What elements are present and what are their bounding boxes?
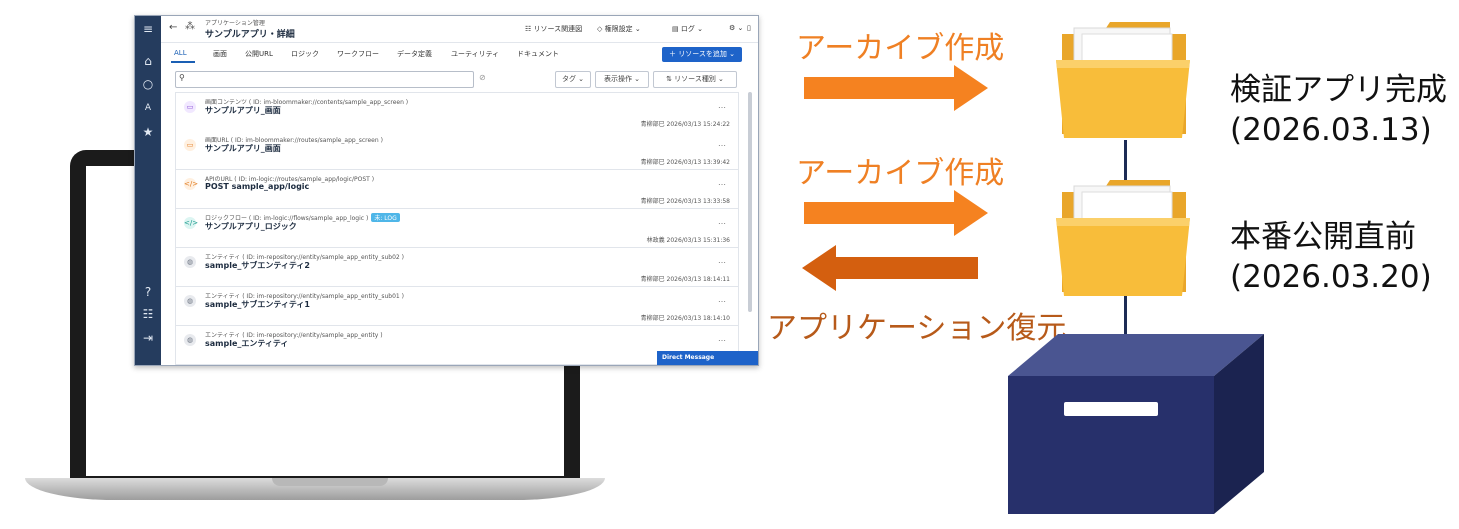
resource-relation-button[interactable]: ☷ リソース関連図 bbox=[525, 24, 582, 34]
tab-screen[interactable]: 画面 bbox=[213, 49, 227, 59]
restore-arrow bbox=[802, 245, 978, 291]
more-options-icon[interactable]: … bbox=[718, 256, 726, 265]
resource-type-icon: </> bbox=[184, 178, 199, 190]
filter-help-icon[interactable]: ⊘ bbox=[479, 73, 486, 82]
more-options-icon[interactable]: … bbox=[718, 217, 726, 226]
folder-icon-1 bbox=[1056, 22, 1190, 138]
tab-logic[interactable]: ロジック bbox=[291, 49, 319, 59]
resource-type-filter[interactable]: ⇅ リソース種別 ⌄ bbox=[653, 71, 737, 88]
app-window: ≡ ⌂ ○ A ★ ? ☷ ⇥ ← ⁂ アプリケーション管理 サンプルアプリ・詳… bbox=[134, 15, 759, 366]
list-item[interactable]: ▭ 画面コンテンツ ( ID: im-bloommaker://contents/… bbox=[175, 92, 739, 132]
archive-arrow-2 bbox=[804, 190, 988, 236]
resource-type-icon: ▭ bbox=[184, 139, 196, 151]
log-button[interactable]: ▤ ログ ⌄ bbox=[672, 24, 703, 34]
permission-button[interactable]: ◇ 権限設定 ⌄ bbox=[597, 24, 641, 34]
more-options-icon[interactable]: … bbox=[718, 139, 726, 148]
resource-type-icon: ◍ bbox=[184, 256, 196, 268]
app-header: ← ⁂ アプリケーション管理 サンプルアプリ・詳細 ☷ リソース関連図 ◇ 権限… bbox=[161, 16, 758, 43]
tab-workflow[interactable]: ワークフロー bbox=[337, 49, 379, 59]
resource-type-icon: </> bbox=[184, 217, 199, 229]
tab-public-url[interactable]: 公開URL bbox=[245, 49, 273, 59]
archive-arrow-1 bbox=[804, 65, 988, 111]
tab-data-definition[interactable]: データ定義 bbox=[397, 49, 432, 59]
updated-info: 林政義 2026/03/13 15:31:36 bbox=[646, 237, 730, 244]
more-options-icon[interactable]: … bbox=[718, 101, 726, 110]
settings-gear-icon[interactable]: ⚙ ⌄ bbox=[729, 24, 743, 32]
search-icon[interactable]: ○ bbox=[135, 76, 161, 92]
updated-info: 青柳部巳 2026/03/13 15:24:22 bbox=[640, 121, 730, 128]
archive-label-2: アーカイブ作成 bbox=[796, 156, 1005, 191]
help-icon[interactable]: ? bbox=[135, 284, 161, 300]
resource-name[interactable]: サンプルアプリ_画面 bbox=[205, 143, 281, 154]
app-icon: ⁂ bbox=[185, 21, 195, 32]
laptop-notch bbox=[272, 478, 388, 486]
archive-box-icon bbox=[1008, 334, 1264, 514]
search-icon: ⚲ bbox=[179, 73, 185, 82]
page-title: サンプルアプリ・詳細 bbox=[205, 30, 295, 40]
archive-2-title: 本番公開直前 bbox=[1230, 219, 1416, 255]
scrollbar[interactable] bbox=[748, 92, 752, 312]
back-arrow-icon[interactable]: ← bbox=[169, 22, 177, 33]
sitemap-icon[interactable]: ☷ bbox=[135, 306, 161, 322]
resource-type-icon: ◍ bbox=[184, 295, 196, 307]
font-icon[interactable]: A bbox=[135, 100, 161, 116]
list-item[interactable]: </> APIのURL ( ID: im-logic://routes/sampl… bbox=[175, 170, 739, 209]
list-item[interactable]: ◍ エンティティ ( ID: im-repository://entity/sam… bbox=[175, 248, 739, 287]
resource-name[interactable]: sample_サブエンティティ2 bbox=[205, 260, 310, 271]
more-options-icon[interactable]: … bbox=[718, 334, 726, 343]
display-options-button[interactable]: 表示操作 ⌄ bbox=[595, 71, 649, 88]
resource-type-icon: ▭ bbox=[184, 101, 196, 113]
list-item[interactable]: ◍ エンティティ ( ID: im-repository://entity/sam… bbox=[175, 326, 739, 365]
archive-label-1: アーカイブ作成 bbox=[796, 31, 1005, 66]
list-item[interactable]: </> ロジックフロー ( ID: im-logic://flows/sample… bbox=[175, 209, 739, 248]
updated-info: 青柳部巳 2026/03/13 18:14:10 bbox=[640, 315, 730, 322]
logout-icon[interactable]: ⇥ bbox=[135, 330, 161, 346]
resource-name[interactable]: POST sample_app/logic bbox=[205, 182, 309, 191]
archive-1-title: 検証アプリ完成 bbox=[1230, 72, 1447, 108]
updated-info: 青柳部巳 2026/03/13 13:39:42 bbox=[640, 159, 730, 166]
tag-badge: 未: LOG bbox=[371, 213, 400, 222]
updated-info: 青柳部巳 2026/03/13 18:14:11 bbox=[640, 276, 730, 283]
tag-filter-button[interactable]: タグ ⌄ bbox=[555, 71, 591, 88]
direct-message-button[interactable]: Direct Message bbox=[657, 351, 758, 365]
list-item[interactable]: ◍ エンティティ ( ID: im-repository://entity/sam… bbox=[175, 287, 739, 326]
app-sidebar: ≡ ⌂ ○ A ★ ? ☷ ⇥ bbox=[135, 16, 161, 365]
tab-all[interactable]: ALL bbox=[174, 49, 187, 57]
archive-1-label: 検証アプリ完成 (2026.03.13) bbox=[1230, 70, 1447, 150]
search-input[interactable]: ⚲ bbox=[175, 71, 474, 88]
star-icon[interactable]: ★ bbox=[135, 124, 161, 140]
folder-icon-2 bbox=[1056, 180, 1190, 296]
home-icon[interactable]: ⌂ bbox=[135, 53, 161, 69]
list-item[interactable]: ▭ 画面URL ( ID: im-bloommaker://routes/samp… bbox=[175, 131, 739, 170]
resource-list: ▭ 画面コンテンツ ( ID: im-bloommaker://contents/… bbox=[175, 92, 739, 365]
tab-document[interactable]: ドキュメント bbox=[517, 49, 559, 59]
updated-info: 青柳部巳 2026/03/13 13:33:58 bbox=[640, 198, 730, 205]
archive-2-label: 本番公開直前 (2026.03.20) bbox=[1230, 217, 1432, 297]
resource-type-icon: ◍ bbox=[184, 334, 196, 346]
more-options-icon[interactable]: … bbox=[718, 178, 726, 187]
menu-icon[interactable]: ≡ bbox=[135, 21, 161, 37]
resource-name[interactable]: サンプルアプリ_ロジック bbox=[205, 221, 297, 232]
tab-active-indicator bbox=[171, 61, 195, 63]
resource-name[interactable]: sample_サブエンティティ1 bbox=[205, 299, 310, 310]
breadcrumb[interactable]: アプリケーション管理 bbox=[205, 18, 265, 27]
archive-2-date: (2026.03.20) bbox=[1230, 259, 1432, 295]
resource-name[interactable]: サンプルアプリ_画面 bbox=[205, 105, 281, 116]
more-options-icon[interactable]: … bbox=[718, 295, 726, 304]
panel-icon[interactable]: ▯ bbox=[747, 24, 751, 32]
add-resource-button[interactable]: ＋ リソースを追加 ⌄ bbox=[662, 47, 742, 62]
archive-1-date: (2026.03.13) bbox=[1230, 112, 1432, 148]
tab-utility[interactable]: ユーティリティ bbox=[451, 49, 499, 59]
resource-name[interactable]: sample_エンティティ bbox=[205, 338, 288, 349]
